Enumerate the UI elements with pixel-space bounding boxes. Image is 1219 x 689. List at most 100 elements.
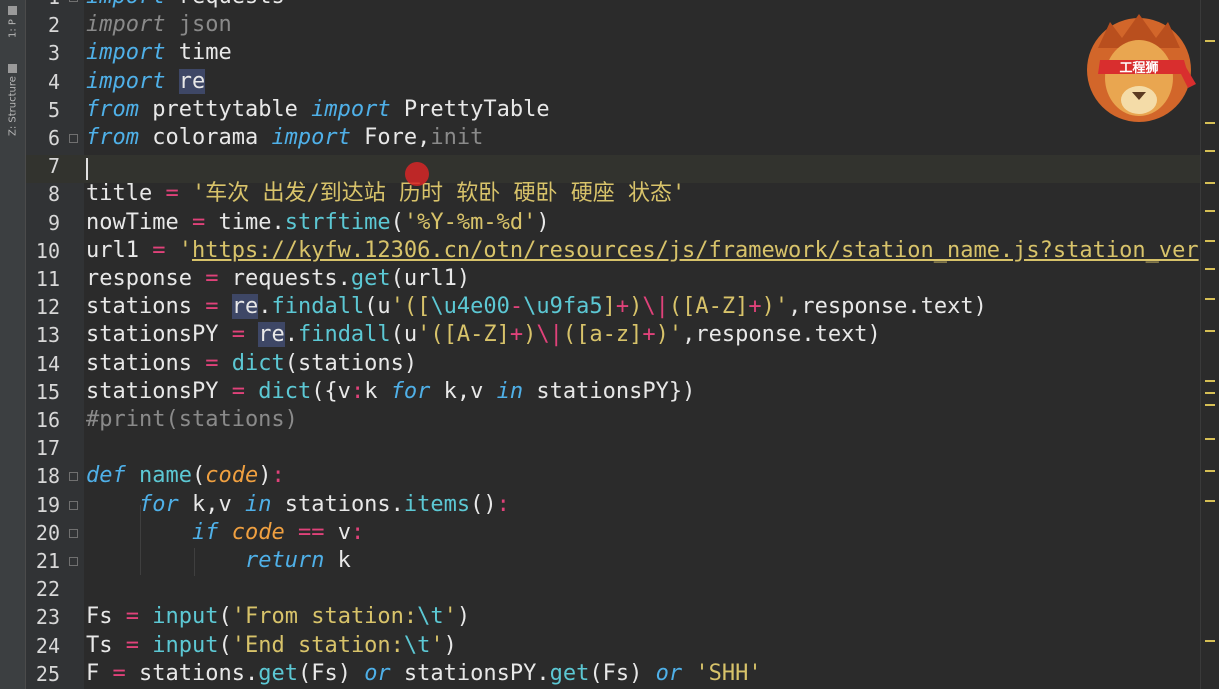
code-line[interactable]: url1 = 'https://kyfw.12306.cn/otn/resour… — [86, 237, 1199, 265]
code-token: init — [430, 125, 484, 150]
line-number: 17 — [35, 436, 60, 461]
structure-tool-tab[interactable]: Z: Structure — [4, 60, 22, 140]
code-token: = — [125, 632, 139, 658]
code-token: = — [165, 181, 179, 207]
code-token: 'From station: — [231, 604, 418, 630]
code-line[interactable]: stations = re.findall(u'([\u4e00-\u9fa5]… — [86, 293, 987, 321]
code-line[interactable]: F = stations.get(Fs) or stationsPY.get(F… — [86, 660, 762, 688]
code-token: items — [403, 491, 471, 517]
indent-guide — [140, 505, 141, 575]
code-token: PrettyTable — [390, 96, 550, 122]
code-token: + — [615, 294, 630, 320]
line-number: 21 — [35, 549, 60, 573]
code-line[interactable]: for k,v in stations.items(): — [86, 491, 510, 519]
code-line[interactable]: Ts = input('End station:\t') — [86, 632, 457, 660]
code-line[interactable]: stationsPY = re.findall(u'([A-Z]+)\|([a-… — [86, 321, 881, 349]
code-token: for — [138, 491, 179, 517]
code-token: response — [86, 266, 206, 291]
code-token: )' — [655, 322, 683, 348]
line-number: 1 — [26, 0, 60, 11]
fold-marker-icon[interactable] — [69, 500, 78, 510]
code-line[interactable]: #print(stations) — [86, 406, 298, 434]
code-token: = — [231, 322, 245, 348]
code-token: 'SHH' — [695, 660, 762, 686]
scroll-marker — [1205, 150, 1215, 152]
fold-marker-icon[interactable] — [69, 557, 78, 566]
line-number: 19 — [35, 492, 60, 517]
code-token: = — [125, 604, 139, 630]
fold-marker-icon[interactable] — [69, 134, 78, 143]
code-token: : — [496, 491, 510, 517]
code-token: = — [112, 660, 126, 686]
code-token: Fs — [86, 604, 126, 630]
code-token: k,v — [430, 378, 497, 404]
code-token: stations — [86, 294, 206, 320]
fold-marker-icon[interactable] — [69, 0, 78, 2]
code-token: ] — [602, 294, 616, 320]
code-token: . — [284, 322, 298, 348]
code-line[interactable]: import json — [86, 11, 232, 39]
code-token: ' — [430, 632, 444, 658]
code-token: findall — [271, 294, 365, 320]
code-line[interactable]: if code == v: — [86, 519, 364, 547]
project-tool-tab[interactable]: 1: P — [4, 4, 22, 40]
code-token: stations — [86, 350, 206, 376]
code-line[interactable]: import time — [86, 39, 232, 67]
code-line[interactable]: title = '车次 出发/到达站 历时 软卧 硬卧 硬座 状态' — [86, 180, 685, 208]
code-line[interactable]: import requests — [86, 0, 285, 11]
fold-marker-icon[interactable] — [69, 472, 78, 482]
line-number: 23 — [35, 605, 60, 630]
code-token: v — [324, 519, 351, 545]
code-line[interactable]: nowTime = time.strftime('%Y-%m-%d') — [86, 209, 550, 237]
code-token: ( — [218, 604, 232, 630]
code-token: #print(stations) — [86, 407, 298, 432]
code-token: import — [86, 12, 166, 38]
scroll-marker — [1205, 500, 1215, 502]
code-token: == — [297, 519, 325, 545]
line-number: 15 — [35, 379, 60, 404]
code-token: ' — [165, 237, 192, 263]
code-token: ( — [191, 463, 206, 489]
indent-guide — [194, 548, 195, 576]
code-token: re — [258, 322, 285, 348]
line-number: 20 — [35, 520, 60, 545]
code-token: import — [86, 40, 166, 66]
code-token: time. — [205, 209, 285, 235]
code-token: in — [244, 491, 272, 517]
code-token: (url1) — [390, 266, 471, 291]
code-token: stations. — [271, 491, 404, 517]
code-line[interactable]: return k — [86, 547, 351, 575]
scroll-marker — [1205, 122, 1215, 124]
fold-marker-icon[interactable] — [69, 528, 78, 538]
code-token: \u9fa5 — [523, 294, 603, 320]
line-number: 7 — [47, 154, 60, 179]
code-line[interactable]: import re — [86, 68, 206, 96]
scroll-marker — [1205, 392, 1215, 394]
scroll-marker — [1205, 240, 1215, 242]
code-line[interactable]: stationsPY = dict({v:k for k,v in statio… — [86, 378, 695, 406]
code-token: Ts — [86, 632, 126, 658]
code-token: - — [509, 294, 524, 320]
code-token: input — [152, 604, 219, 630]
code-token: ([A-Z] — [668, 294, 749, 320]
scroll-marker — [1205, 298, 1215, 300]
code-token: requests. — [218, 266, 351, 291]
code-line[interactable]: from colorama import Fore,init — [86, 124, 483, 152]
code-token: stationsPY}) — [523, 378, 696, 404]
code-line[interactable]: from prettytable import PrettyTable — [86, 96, 550, 124]
code-token: nowTime — [86, 209, 192, 235]
code-line[interactable]: stations = dict(stations) — [86, 350, 417, 378]
code-token: Fore, — [350, 125, 431, 150]
code-line[interactable]: def name(code): — [86, 462, 285, 490]
code-token: = — [205, 294, 219, 320]
editor-scrollbar[interactable] — [1200, 0, 1219, 689]
scroll-marker — [1205, 330, 1215, 332]
code-line[interactable]: response = requests.get(url1) — [86, 265, 470, 293]
code-line[interactable]: Fs = input('From station:\t') — [86, 603, 470, 631]
code-token: = — [205, 266, 219, 291]
code-token: dict — [258, 378, 312, 404]
